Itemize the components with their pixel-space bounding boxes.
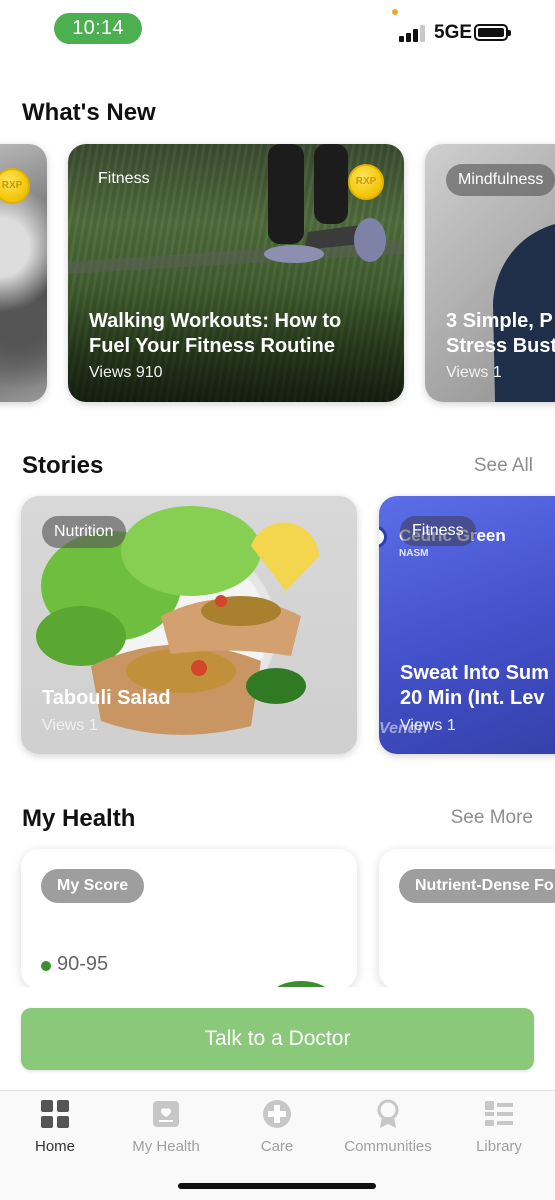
tab-label: My Health <box>132 1138 200 1155</box>
whats-new-card-partial-left[interactable]: RXP <box>0 144 47 402</box>
whats-new-card-walking[interactable]: Fitness RXP Walking Workouts: How to Fue… <box>68 144 404 402</box>
list-icon <box>484 1099 514 1129</box>
tab-communities[interactable]: Communities <box>338 1099 438 1155</box>
see-all-link[interactable]: See All <box>474 455 533 477</box>
tab-label: Communities <box>344 1138 432 1155</box>
home-indicator <box>178 1183 376 1189</box>
card-title: Tabouli Salad <box>42 687 171 709</box>
category-tag: Fitness <box>400 516 476 546</box>
category-tag: Mindfulness <box>446 164 555 196</box>
ribbon-icon <box>373 1099 403 1129</box>
category-tag: Fitness <box>98 170 150 187</box>
card-title: 3 Simple, P Stress Bust <box>446 310 555 357</box>
tab-label: Care <box>260 1138 294 1155</box>
talk-to-doctor-button[interactable]: Talk to a Doctor <box>21 1008 534 1070</box>
tab-library[interactable]: Library <box>449 1099 549 1155</box>
health-card-nutrient[interactable]: Nutrient-Dense Fo <box>379 849 555 989</box>
rxp-badge-icon: RXP <box>0 168 30 204</box>
tab-label: Library <box>476 1138 522 1155</box>
network-type: 5GE <box>434 22 473 43</box>
my-health-title: My Health <box>22 805 136 832</box>
plus-circle-icon <box>262 1099 292 1129</box>
trainer-credential: NASM <box>399 548 429 559</box>
tab-my-health[interactable]: My Health <box>116 1099 216 1155</box>
tab-label: Home <box>34 1138 75 1155</box>
battery-icon <box>474 24 511 41</box>
status-time: 10:14 <box>54 13 142 44</box>
health-record-icon <box>151 1099 181 1129</box>
card-title: Sweat Into Sum 20 Min (Int. Lev <box>400 662 549 709</box>
whats-new-card-mindfulness[interactable]: Mindfulness 3 Simple, P Stress Bust View… <box>425 144 555 402</box>
view-count: Views 910 <box>89 364 163 381</box>
story-card-tabouli[interactable]: Nutrition Tabouli Salad Views 1 <box>21 496 357 754</box>
grid-icon <box>40 1099 70 1129</box>
health-card-tag: Nutrient-Dense Fo <box>399 869 555 903</box>
see-more-link[interactable]: See More <box>451 807 533 829</box>
category-tag: Nutrition <box>42 516 126 548</box>
tab-care[interactable]: Care <box>227 1099 327 1155</box>
card-title: Walking Workouts: How to Fuel Your Fitne… <box>89 310 342 357</box>
whats-new-title: What's New <box>22 99 156 126</box>
score-status-dot <box>41 961 51 971</box>
privacy-indicator-dot <box>392 9 398 15</box>
status-bar: 10:14 5GE <box>0 0 555 60</box>
view-count: Views 1 <box>446 364 502 381</box>
stories-title: Stories <box>22 452 104 479</box>
tab-home[interactable]: Home <box>5 1099 105 1155</box>
score-range: 90-95 <box>57 953 109 975</box>
story-card-sweat[interactable]: Cedric Green NASM Fitness Sweat Into Sum… <box>379 496 555 754</box>
cellular-signal-icon <box>399 24 429 42</box>
view-count: Views 1 <box>42 717 98 734</box>
health-card-tag: My Score <box>41 869 145 903</box>
rxp-badge-icon: RXP <box>348 164 384 200</box>
view-count: Views 1 <box>400 717 456 734</box>
health-card-my-score[interactable]: My Score 90-95 <box>21 849 357 989</box>
trainer-avatar <box>379 526 387 548</box>
